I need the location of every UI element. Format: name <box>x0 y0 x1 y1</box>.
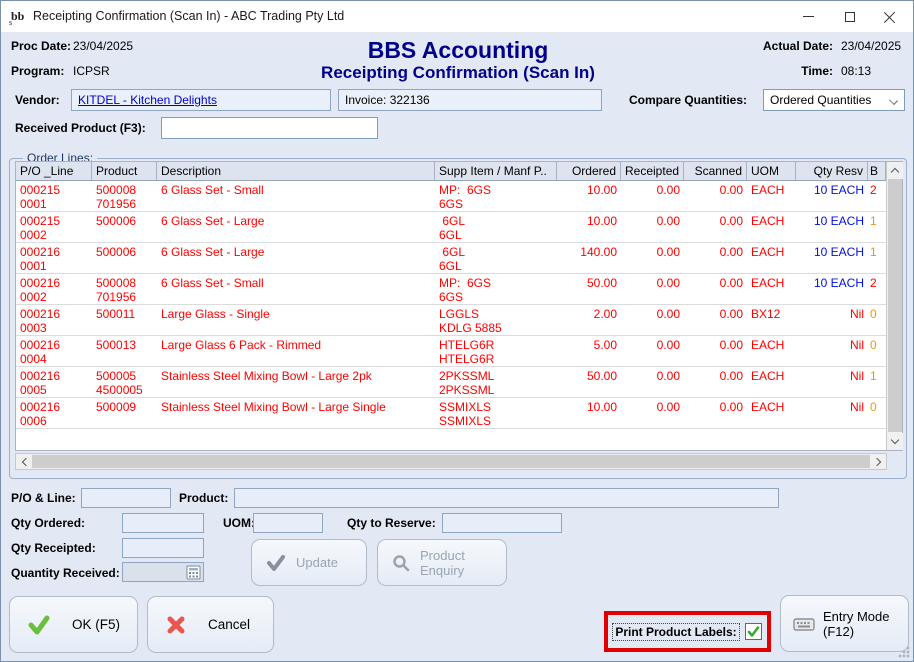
app-icon: bb s <box>9 8 27 26</box>
vendor-field[interactable]: KITDEL - Kitchen Delights <box>71 89 331 111</box>
window-title: Receipting Confirmation (Scan In) - ABC … <box>33 9 344 23</box>
ok-check-icon <box>28 615 50 635</box>
screen-title: Receipting Confirmation (Scan In) <box>208 63 708 83</box>
vertical-scroll-thumb[interactable] <box>888 179 902 432</box>
qty-receipted-field[interactable] <box>122 538 204 558</box>
svg-text:s: s <box>9 18 12 26</box>
close-icon <box>884 11 896 23</box>
col-header-product[interactable]: Product <box>92 162 157 180</box>
cancel-x-icon <box>166 615 186 635</box>
cancel-button[interactable]: Cancel <box>147 596 274 653</box>
keyboard-icon <box>793 616 815 632</box>
print-product-labels-label: Print Product Labels: <box>613 624 738 640</box>
check-icon <box>266 554 286 572</box>
chevron-down-icon <box>889 96 898 105</box>
compare-quantities-label: Compare Quantities: <box>629 93 747 107</box>
scroll-down-icon[interactable] <box>887 433 903 450</box>
product-field[interactable] <box>234 488 779 508</box>
table-row[interactable]: 0002160005 5000054500005 Stainless Steel… <box>16 367 886 398</box>
table-row[interactable]: 0002160006 500009 Stainless Steel Mixing… <box>16 398 886 429</box>
table-row[interactable]: 0002160003 500011 Large Glass - Single L… <box>16 305 886 336</box>
col-header-uom[interactable]: UOM <box>747 162 796 180</box>
received-product-label: Received Product (F3): <box>15 121 146 135</box>
actual-date-value: 23/04/2025 <box>841 39 901 53</box>
maximize-icon <box>845 12 855 22</box>
calculator-icon[interactable] <box>186 565 201 580</box>
table-row[interactable]: 0002150002 500006 6 Glass Set - Large 6G… <box>16 212 886 243</box>
col-header-po-line[interactable]: P/O _Line <box>16 162 92 180</box>
col-header-ordered[interactable]: Ordered <box>557 162 621 180</box>
actual-date-label: Actual Date: <box>701 39 833 53</box>
col-header-qty-resv[interactable]: Qty Resv <box>796 162 868 180</box>
titlebar: bb s Receipting Confirmation (Scan In) -… <box>1 1 913 33</box>
uom-label: UOM: <box>223 516 255 530</box>
col-header-scanned[interactable]: Scanned <box>684 162 747 180</box>
program-label: Program: <box>11 64 64 78</box>
po-line-field[interactable] <box>81 488 171 508</box>
scroll-up-icon[interactable] <box>887 162 903 179</box>
invoice-field: Invoice: 322136 <box>338 89 602 111</box>
quantity-received-label: Quantity Received: <box>11 566 120 580</box>
grid-header-row: P/O _Line Product Description Supp Item … <box>16 162 886 181</box>
close-button[interactable] <box>873 1 907 32</box>
product-enquiry-button[interactable]: Product Enquiry <box>377 539 507 586</box>
print-product-labels-checkbox[interactable] <box>745 623 762 640</box>
table-row[interactable]: 0002160007 500002700228 Stainless Steel … <box>16 429 886 433</box>
maximize-button[interactable] <box>833 1 867 32</box>
qty-ordered-label: Qty Ordered: <box>11 516 85 530</box>
print-labels-annotation: Print Product Labels: <box>604 611 771 652</box>
invoice-text: Invoice: 322136 <box>345 93 430 107</box>
table-row[interactable]: 0002160004 500013 Large Glass 6 Pack - R… <box>16 336 886 367</box>
horizontal-scroll-thumb[interactable] <box>32 455 870 468</box>
compare-quantities-value: Ordered Quantities <box>770 93 871 107</box>
svg-text:bb: bb <box>11 9 25 23</box>
time-label: Time: <box>701 64 833 78</box>
po-line-label: P/O & Line: <box>11 491 76 505</box>
proc-date-label: Proc Date: <box>11 39 71 53</box>
qty-to-reserve-field[interactable] <box>442 513 562 533</box>
program-value: ICPSR <box>73 64 110 78</box>
time-value: 08:13 <box>841 64 871 78</box>
table-row[interactable]: 0002150001 500008701956 6 Glass Set - Sm… <box>16 181 886 212</box>
col-header-receipted[interactable]: Receipted <box>621 162 684 180</box>
minimize-icon <box>803 16 814 17</box>
update-button[interactable]: Update <box>251 539 367 586</box>
receipting-confirmation-window: bb s Receipting Confirmation (Scan In) -… <box>0 0 914 662</box>
qty-to-reserve-label: Qty to Reserve: <box>347 516 436 530</box>
vertical-scrollbar[interactable] <box>886 162 902 450</box>
proc-date-value: 23/04/2025 <box>73 39 133 53</box>
horizontal-scrollbar[interactable] <box>15 453 887 470</box>
quantity-received-field[interactable] <box>122 562 204 582</box>
compare-quantities-select[interactable]: Ordered Quantities <box>763 89 905 111</box>
resize-grip[interactable] <box>898 646 910 658</box>
received-product-input[interactable] <box>161 117 378 139</box>
vendor-label: Vendor: <box>15 93 60 107</box>
table-row[interactable]: 0002160001 500006 6 Glass Set - Large 6G… <box>16 243 886 274</box>
table-row[interactable]: 0002160002 500008701956 6 Glass Set - Sm… <box>16 274 886 305</box>
product-label: Product: <box>179 491 228 505</box>
ok-button[interactable]: OK (F5) <box>9 596 138 653</box>
vendor-link[interactable]: KITDEL - Kitchen Delights <box>78 93 217 107</box>
scroll-right-icon[interactable] <box>870 454 886 469</box>
uom-field[interactable] <box>253 513 323 533</box>
col-header-description[interactable]: Description <box>157 162 435 180</box>
col-header-clipped[interactable]: B <box>868 162 886 180</box>
qty-receipted-label: Qty Receipted: <box>11 541 96 555</box>
qty-ordered-field[interactable] <box>122 513 204 533</box>
scroll-left-icon[interactable] <box>16 454 32 469</box>
checkbox-check-icon <box>747 626 760 638</box>
grid-body: 0002150001 500008701956 6 Glass Set - Sm… <box>16 181 886 433</box>
order-lines-grid: P/O _Line Product Description Supp Item … <box>15 161 903 451</box>
app-title: BBS Accounting <box>208 37 708 64</box>
minimize-button[interactable] <box>791 1 825 32</box>
col-header-supp-item[interactable]: Supp Item / Manf P.. <box>435 162 557 180</box>
magnifier-icon <box>392 554 410 572</box>
entry-mode-button[interactable]: Entry Mode (F12) <box>780 595 909 652</box>
